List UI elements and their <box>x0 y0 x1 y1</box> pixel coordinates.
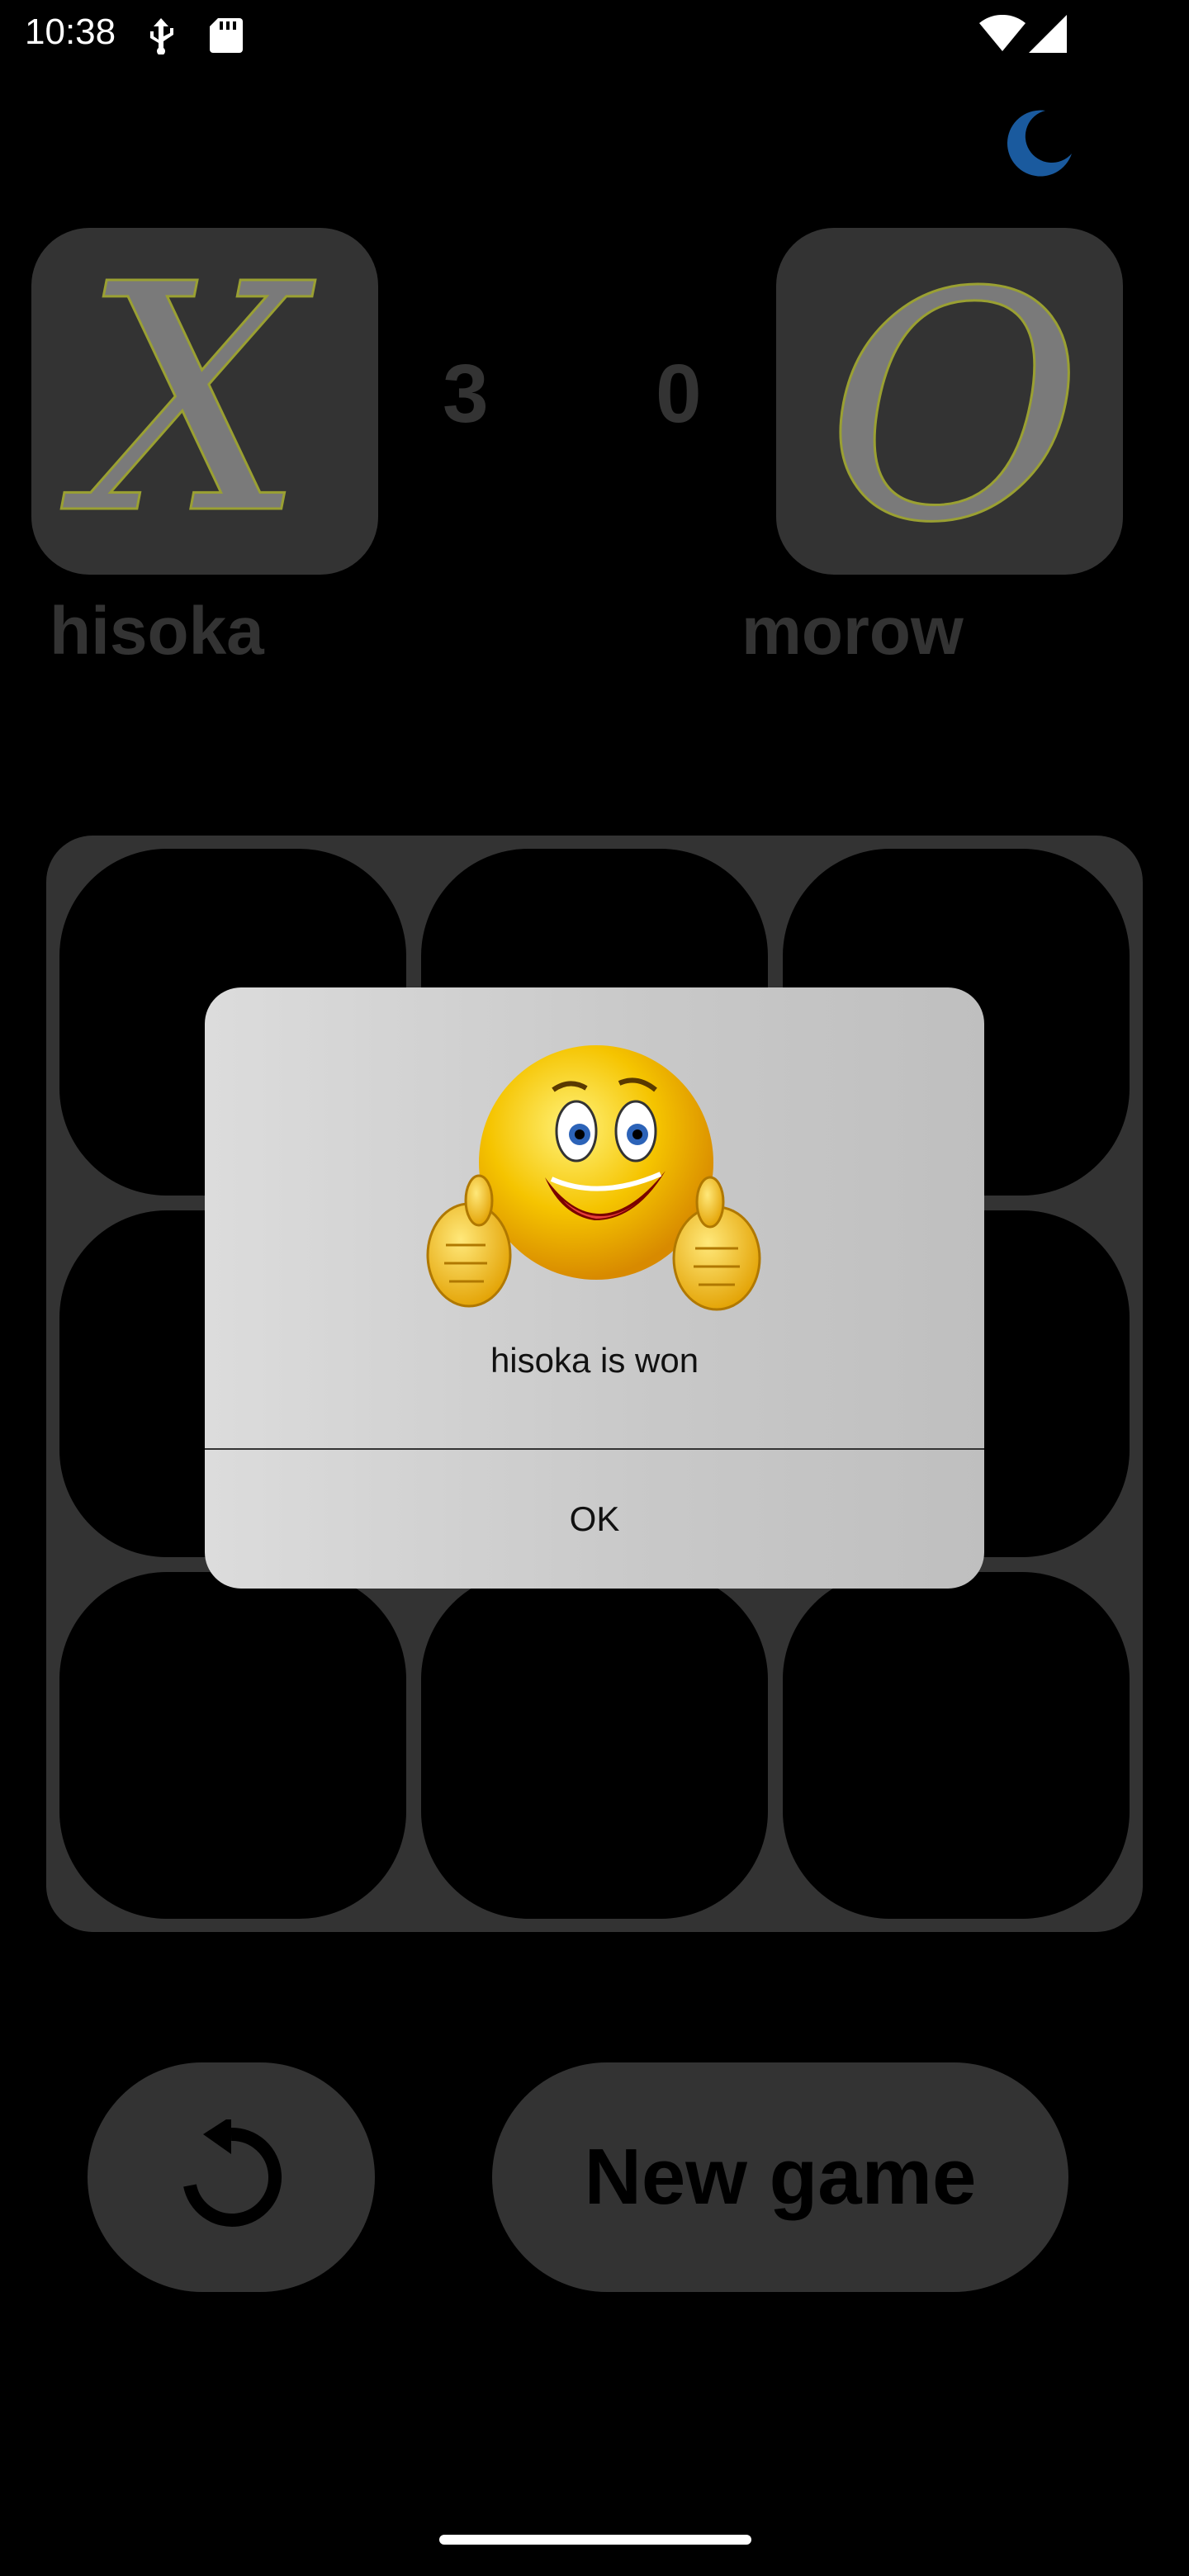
home-indicator[interactable] <box>439 2535 751 2545</box>
dialog-message: hisoka is won <box>490 1341 699 1380</box>
win-dialog: hisoka is won OK <box>205 987 984 1589</box>
thumbs-up-smiley-icon <box>426 1045 761 1311</box>
dialog-ok-button[interactable]: OK <box>205 1450 984 1589</box>
